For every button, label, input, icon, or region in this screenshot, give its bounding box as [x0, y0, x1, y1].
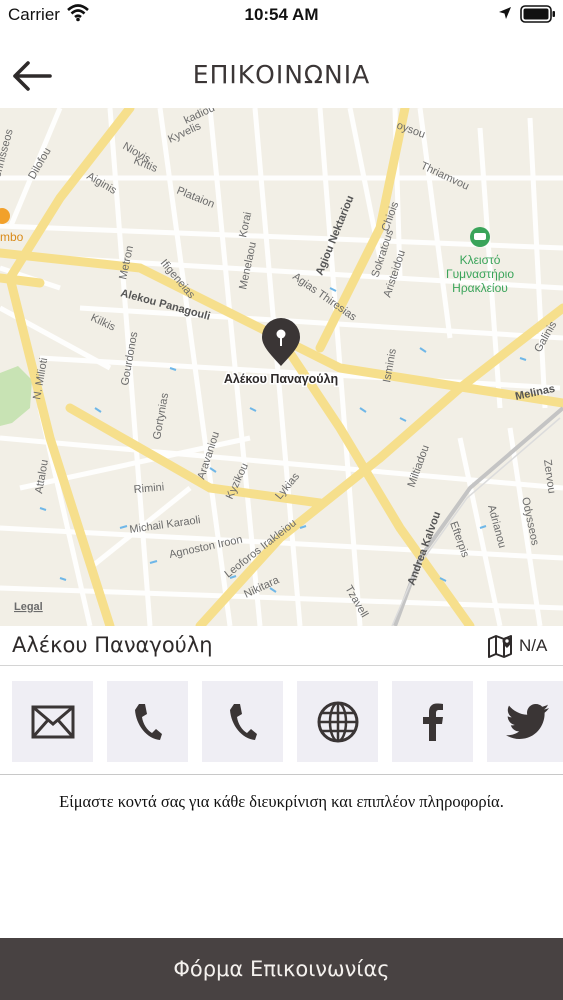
phone-icon — [134, 703, 162, 740]
map-poi-left-label: mbo — [0, 230, 24, 244]
pin-label: Αλέκου Παναγούλη — [224, 372, 338, 386]
distance-value: N/A — [519, 636, 548, 655]
twitter-button[interactable] — [487, 681, 563, 762]
map-canvas[interactable]: kadiou Kyvelis Dilofou Niovis Kritis Aig… — [0, 108, 563, 626]
location-arrow-icon — [499, 7, 511, 19]
contact-actions — [0, 667, 563, 775]
map-view[interactable]: kadiou Kyvelis Dilofou Niovis Kritis Aig… — [0, 108, 563, 626]
map-directions-icon[interactable] — [487, 634, 515, 658]
address-text: Αλέκου Παναγούλη — [12, 633, 213, 657]
gym-poi-icon[interactable] — [470, 227, 490, 247]
navigation-bar: ΕΠΙΚΟΙΝΩΝΙΑ — [0, 40, 563, 108]
status-bar: Carrier 10:54 AM — [0, 0, 563, 30]
facebook-icon — [422, 703, 443, 741]
mail-icon — [31, 705, 74, 738]
gym-poi-label: Κλειστό — [460, 253, 501, 267]
gym-poi-label: Γυμναστήριο — [446, 267, 514, 281]
battery-icon — [520, 5, 555, 23]
twitter-icon — [505, 703, 549, 739]
website-button[interactable] — [297, 681, 378, 762]
map-legal-link[interactable]: Legal — [14, 601, 43, 613]
facebook-button[interactable] — [392, 681, 473, 762]
page-title: ΕΠΙΚΟΙΝΩΝΙΑ — [192, 60, 371, 89]
phone-button-2[interactable] — [202, 681, 283, 762]
contact-form-button[interactable]: Φόρμα Επικοινωνίας — [0, 938, 563, 1000]
address-row: Αλέκου Παναγούλη N/A — [0, 626, 563, 666]
phone-icon — [229, 703, 257, 740]
status-time: 10:54 AM — [244, 5, 319, 24]
gym-poi-label: Ηρακλείου — [452, 281, 508, 295]
email-button[interactable] — [12, 681, 93, 762]
phone-button-1[interactable] — [107, 681, 188, 762]
description-text: Είμαστε κοντά σας για κάθε διευκρίνιση κ… — [59, 792, 504, 811]
globe-icon — [317, 701, 358, 742]
